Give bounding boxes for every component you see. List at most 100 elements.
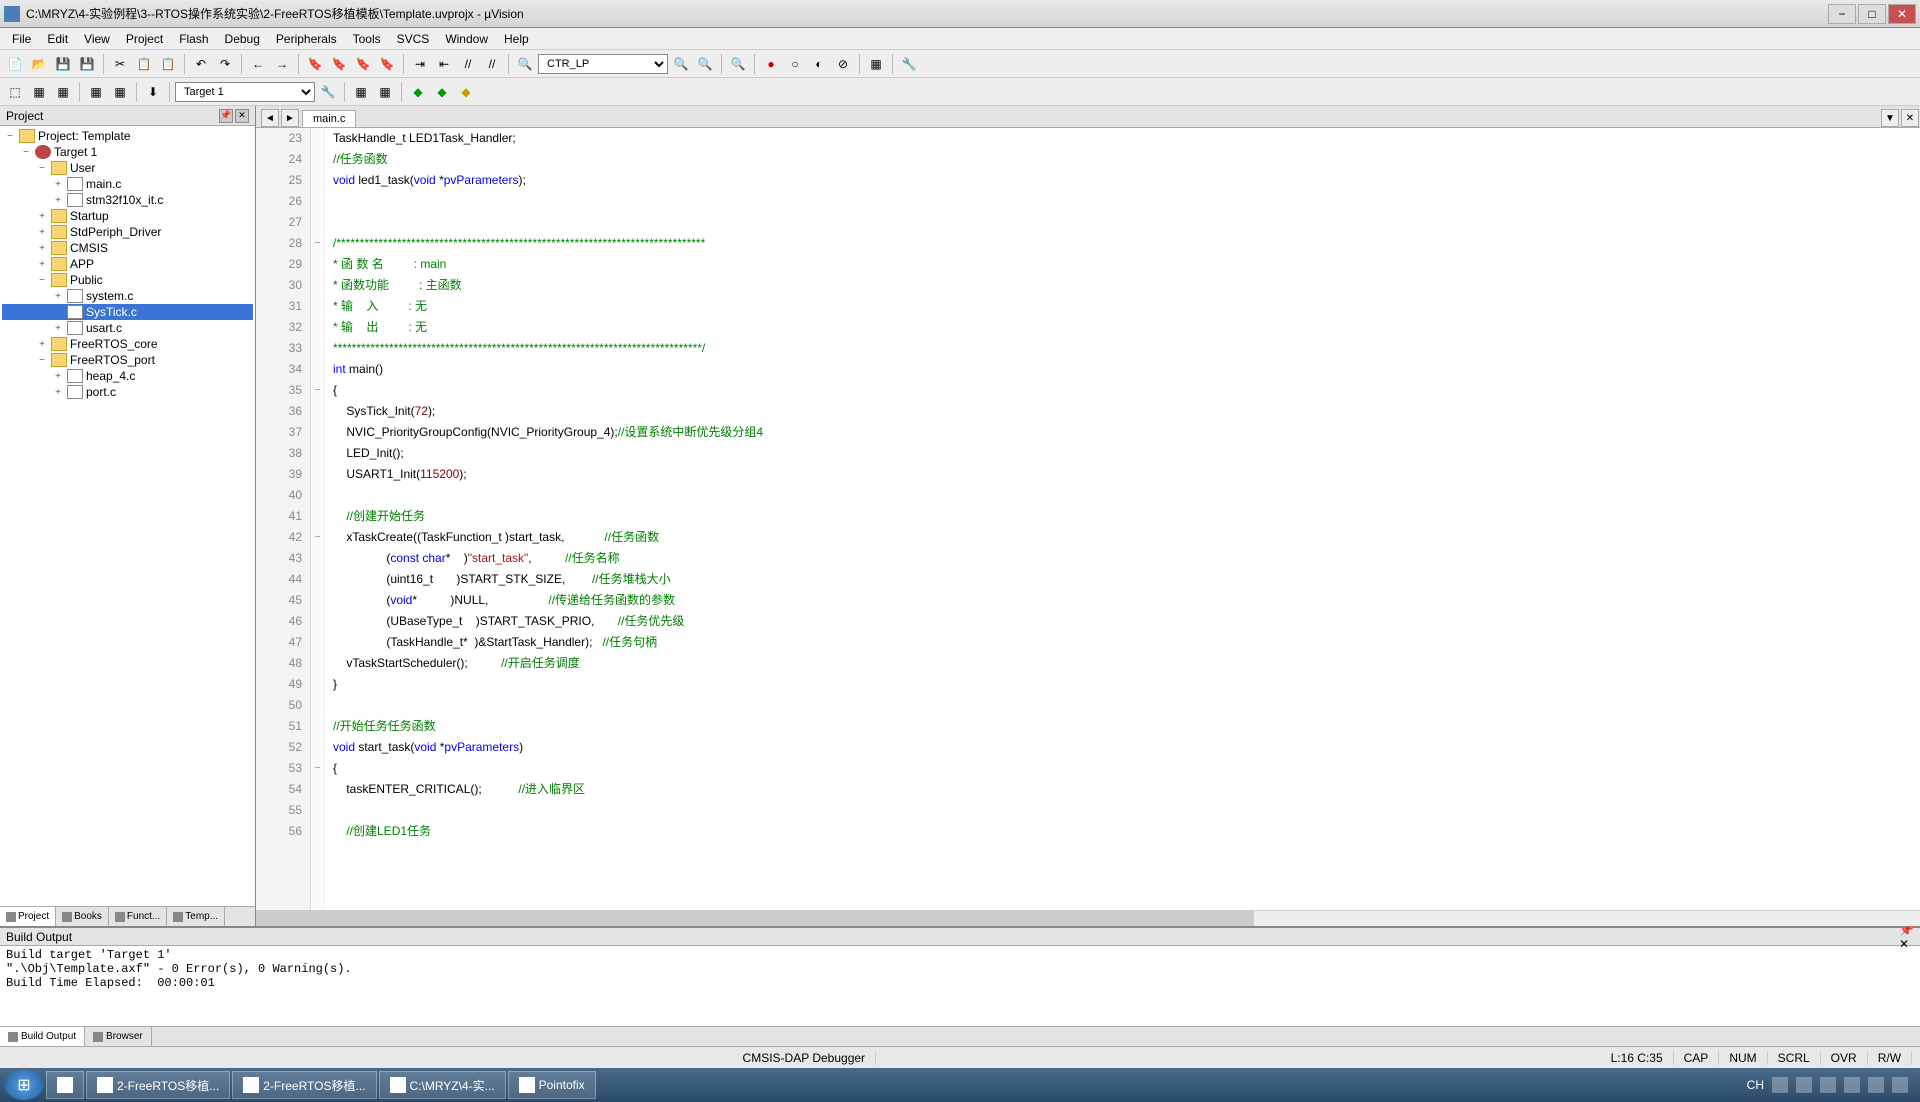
start-button[interactable]: ⊞ [4,1070,44,1100]
translate-button[interactable]: ⬚ [4,81,26,103]
menu-file[interactable]: File [4,30,39,48]
taskbar-item[interactable]: Pointofix [508,1071,596,1099]
tree-root[interactable]: − Project: Template [2,128,253,144]
nav-back-button[interactable]: ← [247,53,269,75]
outdent-button[interactable]: ⇤ [433,53,455,75]
manage-button[interactable]: ▦ [374,81,396,103]
build-close-button[interactable]: ✕ [1899,937,1914,951]
bookmark-prev-button[interactable]: 🔖 [328,53,350,75]
nav-fwd-button[interactable]: → [271,53,293,75]
find-button[interactable]: 🔍 [514,53,536,75]
incremental-find-button[interactable]: 🔍 [694,53,716,75]
menu-view[interactable]: View [76,30,118,48]
comment-button[interactable]: // [457,53,479,75]
window-button[interactable]: ▦ [865,53,887,75]
bookmark-clear-button[interactable]: 🔖 [376,53,398,75]
tab-menu[interactable]: ▼ [1881,109,1899,127]
tree-toggle-icon[interactable]: + [36,243,48,254]
minimize-button[interactable]: − [1828,4,1856,24]
tree-node[interactable]: +StdPeriph_Driver [2,224,253,240]
tree-toggle-icon[interactable]: + [36,259,48,270]
tree-toggle-icon[interactable]: + [52,195,64,206]
build-tab[interactable]: Build Output [0,1027,85,1046]
tree-node[interactable]: +system.c [2,288,253,304]
menu-help[interactable]: Help [496,30,537,48]
configure-button[interactable]: 🔧 [898,53,920,75]
tree-toggle-icon[interactable]: + [52,179,64,190]
undo-button[interactable]: ↶ [190,53,212,75]
find-combo[interactable]: CTR_LP [538,54,668,74]
build-tab[interactable]: Browser [85,1027,152,1046]
fold-toggle[interactable]: − [311,380,324,401]
menu-edit[interactable]: Edit [39,30,76,48]
task-pinned[interactable] [46,1071,84,1099]
tree-toggle-icon[interactable]: + [52,323,64,334]
bookmark-next-button[interactable]: 🔖 [352,53,374,75]
tree-node[interactable]: +port.c [2,384,253,400]
taskbar-item[interactable]: C:\MRYZ\4-实... [379,1071,506,1099]
indent-button[interactable]: ⇥ [409,53,431,75]
tree-node[interactable]: +heap_4.c [2,368,253,384]
tab-nav-prev[interactable]: ◄ [261,109,279,127]
taskbar-item[interactable]: 2-FreeRTOS移植... [232,1071,376,1099]
redo-button[interactable]: ↷ [214,53,236,75]
panel-tab[interactable]: Temp... [167,907,225,926]
download-button[interactable]: ⬇ [142,81,164,103]
maximize-button[interactable]: □ [1858,4,1886,24]
uncomment-button[interactable]: // [481,53,503,75]
select-packs-button[interactable]: ◆ [455,81,477,103]
open-button[interactable]: 📂 [28,53,50,75]
menu-svcs[interactable]: SVCS [389,30,438,48]
tree-toggle-icon[interactable]: + [52,371,64,382]
taskbar-item[interactable]: 2-FreeRTOS移植... [86,1071,230,1099]
batch-build-button[interactable]: ▦ [85,81,107,103]
menu-project[interactable]: Project [118,30,171,48]
find-in-files-button[interactable]: 🔍 [670,53,692,75]
system-tray[interactable]: CH [1747,1077,1916,1093]
tray-flag-icon[interactable] [1892,1077,1908,1093]
tree-toggle-icon[interactable]: + [52,387,64,398]
bookmark-button[interactable]: 🔖 [304,53,326,75]
stop-build-button[interactable]: ▦ [109,81,131,103]
build-output-text[interactable]: Build target 'Target 1' ".\Obj\Template.… [0,946,1920,1026]
tree-toggle-icon[interactable]: + [36,211,48,222]
rebuild-button[interactable]: ▦ [52,81,74,103]
tree-toggle-icon[interactable]: + [52,307,64,318]
panel-tab[interactable]: Books [56,907,109,926]
save-all-button[interactable]: 💾 [76,53,98,75]
pack-installer-button[interactable]: ◆ [407,81,429,103]
tree-toggle-icon[interactable]: + [36,227,48,238]
cut-button[interactable]: ✂ [109,53,131,75]
target-select[interactable]: Target 1 [175,82,315,102]
panel-pin-button[interactable]: 📌 [219,109,233,123]
breakpoint-disable-button[interactable]: ◐ [808,53,830,75]
menu-flash[interactable]: Flash [171,30,216,48]
editor-hscroll[interactable] [256,910,1920,926]
breakpoint-kill-button[interactable]: ⊘ [832,53,854,75]
tree-toggle-icon[interactable]: − [36,355,48,366]
tree-node[interactable]: −Target 1 [2,144,253,160]
tray-network-icon[interactable] [1844,1077,1860,1093]
rte-button[interactable]: ◆ [431,81,453,103]
code-editor[interactable]: 2324252627282930313233343536373839404142… [256,128,1920,910]
tree-node[interactable]: −Public [2,272,253,288]
menu-debug[interactable]: Debug [217,30,268,48]
tray-lang[interactable]: CH [1747,1078,1764,1092]
save-button[interactable]: 💾 [52,53,74,75]
tray-icon[interactable] [1772,1077,1788,1093]
breakpoint-button[interactable]: ● [760,53,782,75]
tray-volume-icon[interactable] [1868,1077,1884,1093]
tree-node[interactable]: +APP [2,256,253,272]
tree-node[interactable]: +FreeRTOS_core [2,336,253,352]
tab-nav-next[interactable]: ► [281,109,299,127]
panel-tab[interactable]: Funct... [109,907,167,926]
options-button[interactable]: 🔧 [317,81,339,103]
panel-tab[interactable]: Project [0,907,56,926]
tree-toggle-icon[interactable]: − [36,163,48,174]
tree-toggle-icon[interactable]: − [36,275,48,286]
tree-node[interactable]: +CMSIS [2,240,253,256]
tree-toggle-icon[interactable]: + [52,291,64,302]
fold-column[interactable]: −−−− [311,128,325,910]
tab-close[interactable]: ✕ [1901,109,1919,127]
menu-tools[interactable]: Tools [345,30,389,48]
